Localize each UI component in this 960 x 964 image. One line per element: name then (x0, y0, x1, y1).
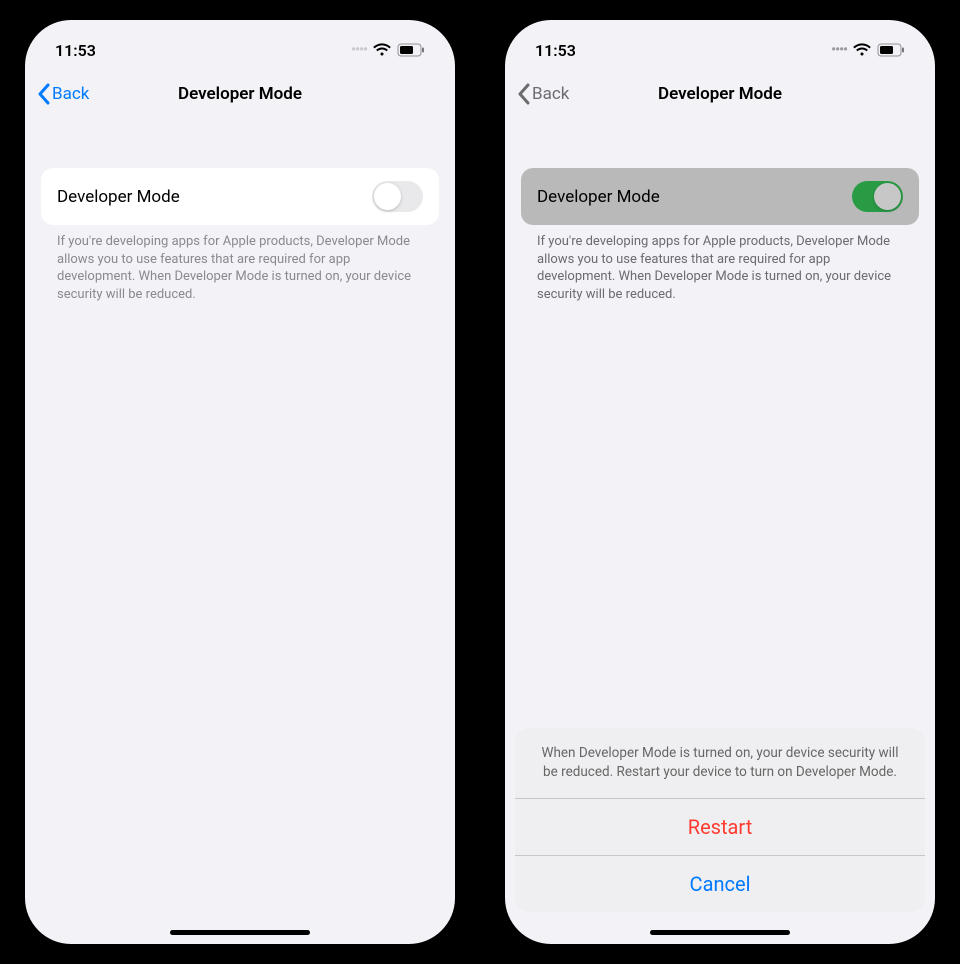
nav-bar: Back Developer Mode (25, 70, 455, 118)
action-sheet-message: When Developer Mode is turned on, your d… (515, 728, 925, 798)
page-title: Developer Mode (25, 84, 455, 104)
battery-icon (877, 43, 905, 57)
cellular-dots-icon: •••• (351, 42, 367, 58)
developer-mode-toggle[interactable] (372, 181, 423, 212)
back-button: Back (517, 83, 569, 105)
wifi-icon (373, 43, 391, 57)
restart-button[interactable]: Restart (515, 798, 925, 855)
section-footer-text: If you're developing apps for Apple prod… (505, 225, 935, 303)
chevron-left-icon (517, 83, 530, 105)
battery-icon (397, 43, 425, 57)
back-label: Back (52, 84, 89, 104)
home-indicator[interactable] (170, 930, 310, 935)
phone-left: 11:53 •••• Back Developer Mode (25, 20, 455, 944)
status-time: 11:53 (55, 41, 96, 60)
developer-mode-toggle (852, 181, 903, 212)
cancel-button[interactable]: Cancel (515, 855, 925, 912)
status-bar: 11:53 •••• (505, 20, 935, 70)
phone-right: 11:53 •••• Back Developer Mode (505, 20, 935, 944)
home-indicator[interactable] (650, 930, 790, 935)
back-button[interactable]: Back (37, 83, 89, 105)
status-bar: 11:53 •••• (25, 20, 455, 70)
row-label: Developer Mode (537, 187, 660, 207)
developer-mode-row: Developer Mode (521, 168, 919, 225)
action-sheet: When Developer Mode is turned on, your d… (515, 728, 925, 912)
page-title: Developer Mode (505, 84, 935, 104)
nav-bar: Back Developer Mode (505, 70, 935, 118)
wifi-icon (853, 43, 871, 57)
section-footer-text: If you're developing apps for Apple prod… (25, 225, 455, 303)
developer-mode-row: Developer Mode (41, 168, 439, 225)
back-label: Back (532, 84, 569, 104)
chevron-left-icon (37, 83, 50, 105)
status-time: 11:53 (535, 41, 576, 60)
cellular-dots-icon: •••• (831, 42, 847, 58)
row-label: Developer Mode (57, 187, 180, 207)
